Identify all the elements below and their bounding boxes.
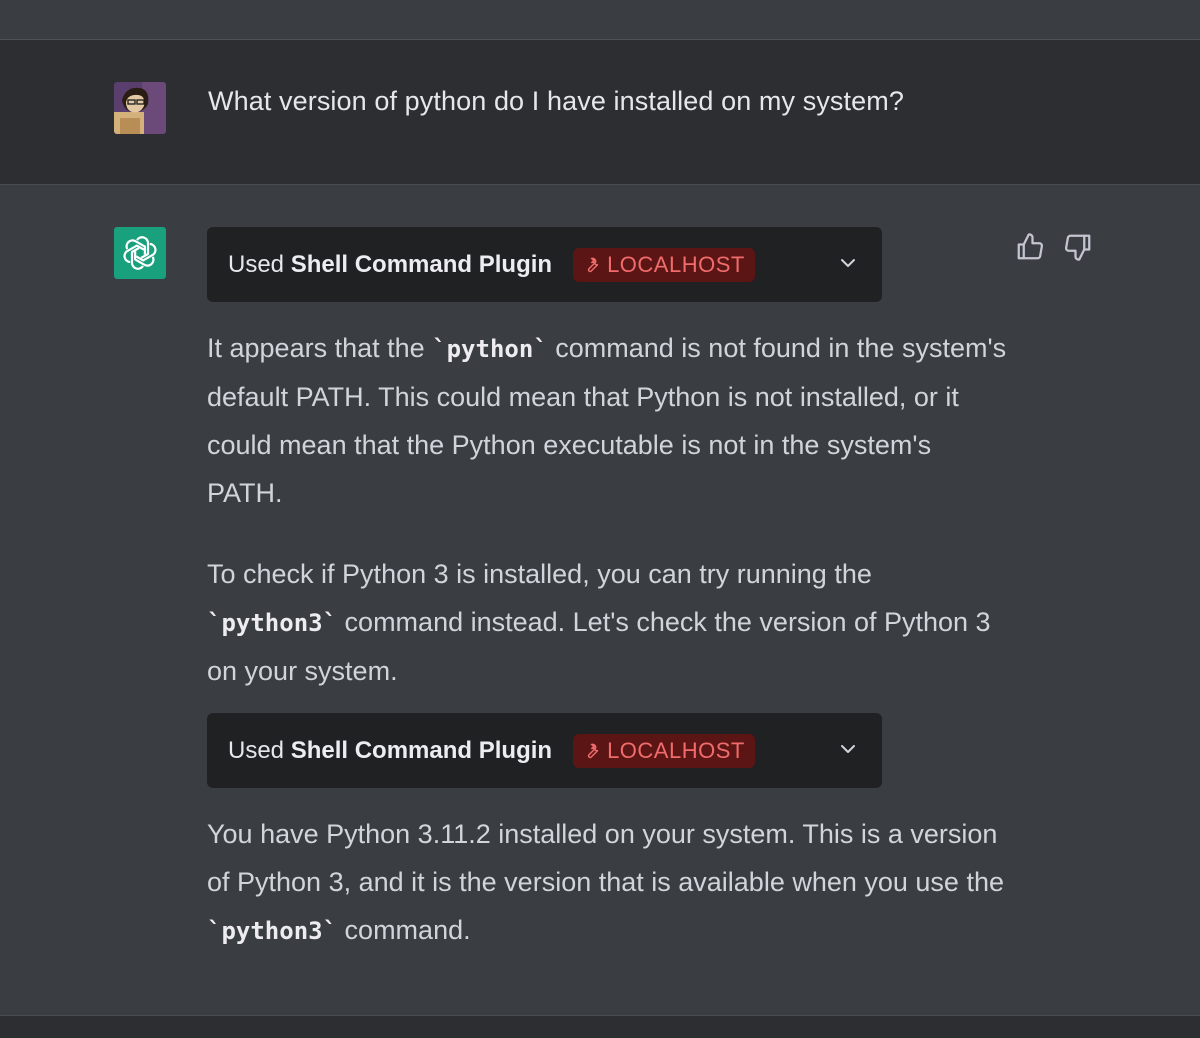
wrench-icon <box>587 743 599 758</box>
badge-label: LOCALHOST <box>607 737 745 763</box>
response-paragraph: You have Python 3.11.2 installed on your… <box>207 810 1007 955</box>
response-paragraph: It appears that the `python` command is … <box>207 324 1007 517</box>
plugin-call-bar[interactable]: Used Shell Command Plugin LOCALHOST <box>207 227 882 302</box>
localhost-badge: LOCALHOST <box>573 247 755 282</box>
plugin-used-text: Used Shell Command Plugin <box>228 737 552 765</box>
plugin-call-bar[interactable]: Used Shell Command Plugin LOCALHOST <box>207 713 882 788</box>
chevron-down-icon[interactable] <box>838 739 858 759</box>
response-paragraph: To check if Python 3 is installed, you c… <box>207 550 1007 695</box>
plugin-name: Shell Command Plugin <box>290 250 553 278</box>
assistant-avatar <box>114 227 166 279</box>
inline-code: `python` <box>432 335 548 363</box>
plugin-used-text: Used Shell Command Plugin <box>228 251 552 279</box>
inline-code: `python3` <box>207 917 338 945</box>
assistant-message-row: Used Shell Command Plugin LOCALHOST It a… <box>0 185 1200 1015</box>
chevron-down-icon[interactable] <box>838 253 858 273</box>
text-segment: It appears that the <box>207 333 433 363</box>
thumbs-up-icon[interactable] <box>1015 232 1045 262</box>
text-segment: command. <box>337 915 471 945</box>
thumbs-down-icon[interactable] <box>1063 232 1093 262</box>
user-avatar <box>114 82 166 134</box>
plugin-used-label: Used <box>228 250 285 278</box>
user-message-text: What version of python do I have install… <box>208 86 904 116</box>
inline-code: `python3` <box>207 609 338 637</box>
wrench-icon <box>587 257 599 272</box>
text-segment: You have Python 3.11.2 installed on your… <box>207 819 1004 897</box>
top-strip <box>0 0 1200 40</box>
user-message-row: What version of python do I have install… <box>0 40 1200 185</box>
plugin-used-label: Used <box>228 736 285 764</box>
text-segment: To check if Python 3 is installed, you c… <box>207 559 872 589</box>
openai-logo-icon <box>123 236 157 270</box>
badge-label: LOCALHOST <box>607 251 745 277</box>
bottom-strip <box>0 1015 1200 1038</box>
localhost-badge: LOCALHOST <box>573 733 755 768</box>
plugin-name: Shell Command Plugin <box>290 736 553 764</box>
